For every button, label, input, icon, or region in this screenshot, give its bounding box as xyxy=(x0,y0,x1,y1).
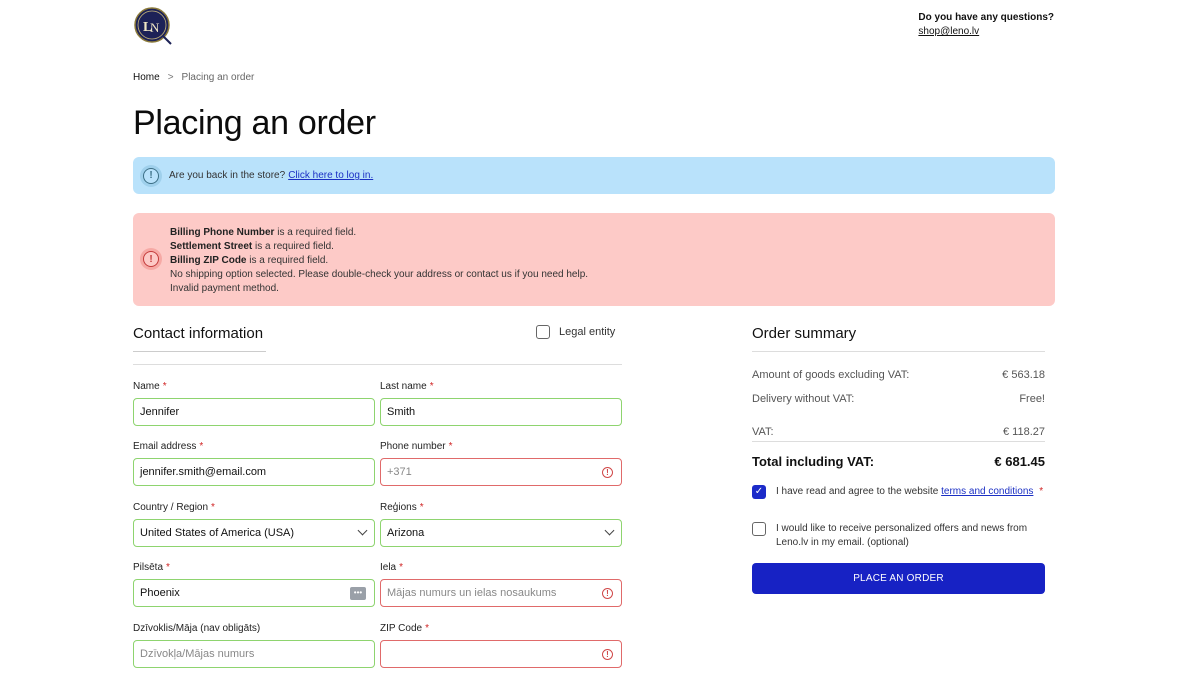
offers-checkbox-row[interactable]: I would like to receive personalized off… xyxy=(752,522,1045,550)
login-notice: ! Are you back in the store? Click here … xyxy=(133,157,1055,194)
phone-label: Phone number * xyxy=(380,441,453,452)
login-link[interactable]: Click here to log in. xyxy=(288,170,373,181)
help-block: Do you have any questions? shop@leno.lv xyxy=(918,12,1054,37)
goods-value: € 563.18 xyxy=(1002,369,1045,381)
error-notice: ! Billing Phone Number is a required fie… xyxy=(133,213,1055,306)
error-icon: ! xyxy=(602,588,613,599)
error-line: Billing Phone Number is a required field… xyxy=(170,227,357,238)
city-input[interactable]: Phoenix ••• xyxy=(133,579,375,607)
help-title: Do you have any questions? xyxy=(918,12,1054,23)
delivery-value: Free! xyxy=(1019,393,1045,405)
total-row: Total including VAT: € 681.45 xyxy=(752,454,1045,469)
goods-label: Amount of goods excluding VAT: xyxy=(752,369,910,381)
email-input[interactable]: jennifer.smith@email.com xyxy=(133,458,375,486)
apartment-label: Dzīvoklis/Māja (nav obligāts) xyxy=(133,623,261,634)
page-title: Placing an order xyxy=(133,104,376,142)
error-icon: ! xyxy=(143,251,159,267)
breadcrumb: Home > Placing an order xyxy=(133,72,254,83)
checkbox-checked-icon[interactable]: ✓ xyxy=(752,485,766,499)
help-email-link[interactable]: shop@leno.lv xyxy=(918,26,1054,37)
phone-input[interactable]: +371 ! xyxy=(380,458,622,486)
terms-checkbox-row[interactable]: ✓ I have read and agree to the website t… xyxy=(752,485,1045,499)
country-select[interactable]: United States of America (USA) xyxy=(133,519,375,547)
divider xyxy=(752,351,1045,352)
terms-link[interactable]: terms and conditions xyxy=(941,486,1033,497)
zip-label: ZIP Code * xyxy=(380,623,429,634)
offers-text: I would like to receive personalized off… xyxy=(776,523,1028,548)
delivery-row: Delivery without VAT: Free! xyxy=(752,393,1045,405)
country-label: Country / Region * xyxy=(133,502,215,513)
info-icon: ! xyxy=(143,167,159,184)
divider xyxy=(752,441,1045,442)
street-input[interactable]: Mājas numurs un ielas nosaukums ! xyxy=(380,579,622,607)
vat-row: VAT: € 118.27 xyxy=(752,426,1045,438)
apartment-input[interactable]: Dzīvokļa/Mājas numurs xyxy=(133,640,375,668)
error-icon: ! xyxy=(602,649,613,660)
name-label: Name * xyxy=(133,381,167,392)
error-list: Billing Phone Number is a required field… xyxy=(170,226,588,296)
checkbox-icon[interactable] xyxy=(536,325,550,339)
error-line: Billing ZIP Code is a required field. xyxy=(170,255,329,266)
vat-value: € 118.27 xyxy=(1002,426,1045,438)
error-icon: ! xyxy=(602,467,613,478)
vat-label: VAT: xyxy=(752,426,774,438)
chevron-down-icon xyxy=(357,525,368,536)
delivery-label: Delivery without VAT: xyxy=(752,393,855,405)
city-label: Pilsēta * xyxy=(133,562,170,573)
terms-text: I have read and agree to the website ter… xyxy=(776,486,1044,497)
last-name-label: Last name * xyxy=(380,381,434,392)
breadcrumb-current: Placing an order xyxy=(181,72,255,83)
name-input[interactable]: Jennifer xyxy=(133,398,375,426)
region-select[interactable]: Arizona xyxy=(380,519,622,547)
divider xyxy=(133,364,622,365)
summary-title: Order summary xyxy=(752,325,857,342)
street-label: Iela * xyxy=(380,562,404,573)
total-label: Total including VAT: xyxy=(752,454,875,469)
checkbox-icon[interactable] xyxy=(752,522,766,536)
leno-logo[interactable]: L N xyxy=(133,6,173,46)
contact-title: Contact information xyxy=(133,325,264,342)
svg-text:N: N xyxy=(150,20,160,35)
region-label: Reģions * xyxy=(380,502,424,513)
error-line: No shipping option selected. Please doub… xyxy=(170,269,589,280)
email-label: Email address * xyxy=(133,441,204,452)
error-line: Settlement Street is a required field. xyxy=(170,241,334,252)
autofill-icon[interactable]: ••• xyxy=(350,587,366,600)
legal-entity-label: Legal entity xyxy=(559,326,616,338)
breadcrumb-home[interactable]: Home xyxy=(133,72,160,83)
legal-entity-checkbox[interactable]: Legal entity xyxy=(536,325,615,339)
contact-title-underline xyxy=(133,351,266,352)
total-value: € 681.45 xyxy=(994,454,1045,469)
chevron-down-icon xyxy=(604,525,615,536)
error-line: Invalid payment method. xyxy=(170,283,279,294)
last-name-input[interactable]: Smith xyxy=(380,398,622,426)
place-order-button[interactable]: PLACE AN ORDER xyxy=(752,563,1045,594)
goods-row: Amount of goods excluding VAT: € 563.18 xyxy=(752,369,1045,381)
login-notice-text: Are you back in the store? xyxy=(169,170,286,181)
zip-input[interactable]: ! xyxy=(380,640,622,668)
chevron-right-icon: > xyxy=(167,72,174,83)
